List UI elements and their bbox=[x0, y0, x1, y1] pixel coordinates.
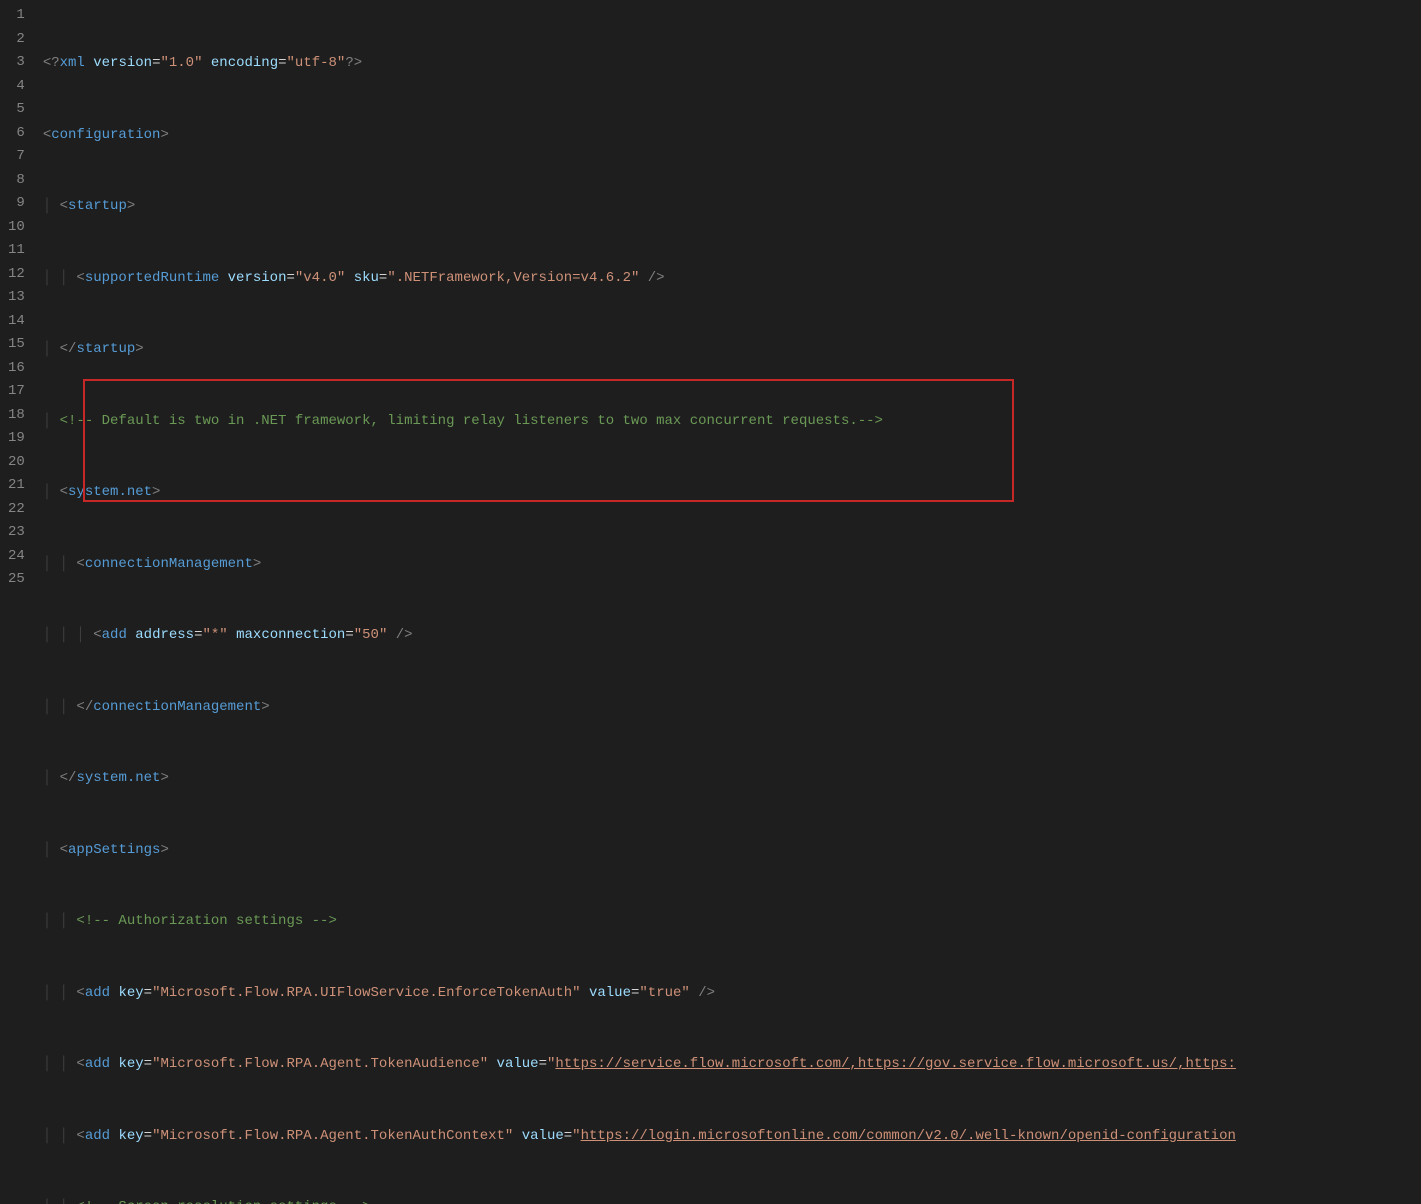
line-number: 24 bbox=[8, 545, 25, 569]
code-editor[interactable]: 1 2 3 4 5 6 7 8 9 10 11 12 13 14 15 16 1… bbox=[0, 0, 1421, 602]
code-line[interactable]: │ │ <!-- Screen resolution settings --> bbox=[43, 1196, 1421, 1204]
line-number: 19 bbox=[8, 427, 25, 451]
code-line[interactable]: <configuration> bbox=[43, 124, 1421, 148]
line-number: 23 bbox=[8, 521, 25, 545]
line-number: 9 bbox=[8, 192, 25, 216]
code-line[interactable]: │ │ <add key="Microsoft.Flow.RPA.Agent.T… bbox=[43, 1053, 1421, 1077]
line-number: 22 bbox=[8, 498, 25, 522]
code-line[interactable]: │ <appSettings> bbox=[43, 839, 1421, 863]
line-number: 20 bbox=[8, 451, 25, 475]
line-number-gutter: 1 2 3 4 5 6 7 8 9 10 11 12 13 14 15 16 1… bbox=[0, 0, 43, 602]
code-line[interactable]: │ <system.net> bbox=[43, 481, 1421, 505]
line-number: 17 bbox=[8, 380, 25, 404]
line-number: 12 bbox=[8, 263, 25, 287]
line-number: 15 bbox=[8, 333, 25, 357]
code-line[interactable]: │ <!-- Default is two in .NET framework,… bbox=[43, 410, 1421, 434]
code-line[interactable]: │ │ <!-- Authorization settings --> bbox=[43, 910, 1421, 934]
line-number: 18 bbox=[8, 404, 25, 428]
line-number: 2 bbox=[8, 28, 25, 52]
code-line[interactable]: │ │ <connectionManagement> bbox=[43, 553, 1421, 577]
line-number: 8 bbox=[8, 169, 25, 193]
line-number: 7 bbox=[8, 145, 25, 169]
line-number: 14 bbox=[8, 310, 25, 334]
line-number: 5 bbox=[8, 98, 25, 122]
code-line[interactable]: │ │ │ <add address="*" maxconnection="50… bbox=[43, 624, 1421, 648]
line-number: 4 bbox=[8, 75, 25, 99]
code-line[interactable]: <?xml version="1.0" encoding="utf-8"?> bbox=[43, 52, 1421, 76]
code-line[interactable]: │ │ <add key="Microsoft.Flow.RPA.Agent.T… bbox=[43, 1125, 1421, 1149]
code-line[interactable]: │ </startup> bbox=[43, 338, 1421, 362]
code-line[interactable]: │ │ </connectionManagement> bbox=[43, 696, 1421, 720]
code-line[interactable]: │ │ <add key="Microsoft.Flow.RPA.UIFlowS… bbox=[43, 982, 1421, 1006]
line-number: 25 bbox=[8, 568, 25, 592]
code-line[interactable]: │ <startup> bbox=[43, 195, 1421, 219]
line-number: 6 bbox=[8, 122, 25, 146]
code-line[interactable]: │ │ <supportedRuntime version="v4.0" sku… bbox=[43, 267, 1421, 291]
line-number: 3 bbox=[8, 51, 25, 75]
line-number: 10 bbox=[8, 216, 25, 240]
line-number: 13 bbox=[8, 286, 25, 310]
code-line[interactable]: │ </system.net> bbox=[43, 767, 1421, 791]
line-number: 16 bbox=[8, 357, 25, 381]
line-number: 1 bbox=[8, 4, 25, 28]
line-number: 21 bbox=[8, 474, 25, 498]
code-area[interactable]: <?xml version="1.0" encoding="utf-8"?> <… bbox=[43, 0, 1421, 602]
line-number: 11 bbox=[8, 239, 25, 263]
